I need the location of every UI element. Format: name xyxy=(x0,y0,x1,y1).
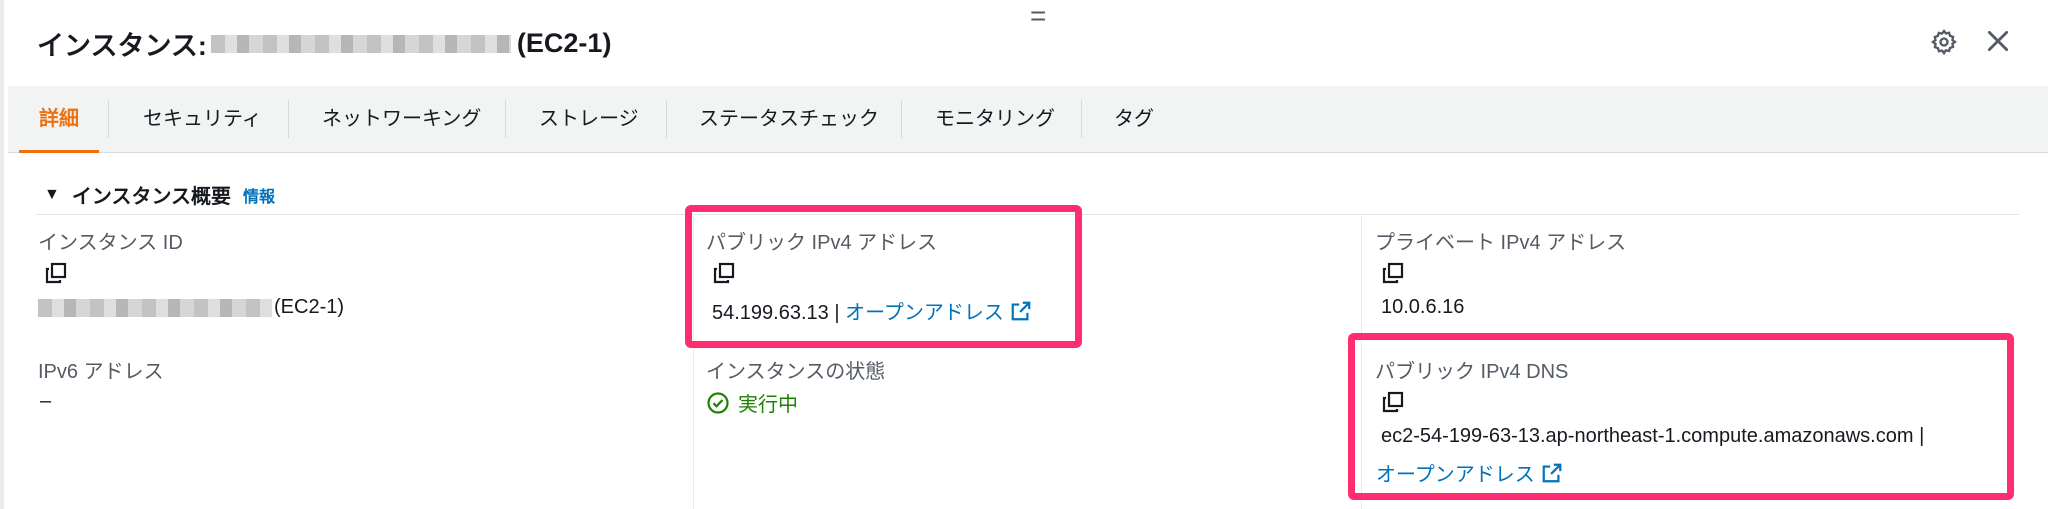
section-header[interactable]: ▼ インスタンス概要 情報 xyxy=(44,180,275,209)
copy-icon[interactable] xyxy=(1381,261,1405,290)
drag-handle-icon[interactable]: = xyxy=(1030,2,1046,30)
tab-monitoring[interactable]: モニタリング xyxy=(935,86,1055,152)
gear-icon[interactable] xyxy=(1930,28,1958,61)
close-icon[interactable] xyxy=(1985,28,2011,59)
check-circle-icon xyxy=(707,391,729,414)
caret-down-icon[interactable]: ▼ xyxy=(44,186,60,204)
private-ipv4-value: 10.0.6.16 xyxy=(1381,296,1465,318)
tab-tags[interactable]: タグ xyxy=(1114,86,1154,152)
section-title: インスタンス概要 xyxy=(71,186,232,208)
tab-details[interactable]: 詳細 xyxy=(19,86,99,153)
title-suffix: (EC2-1) xyxy=(516,28,612,58)
tab-separator xyxy=(505,100,506,138)
tab-security[interactable]: セキュリティ xyxy=(143,86,262,152)
info-link[interactable]: 情報 xyxy=(243,183,275,207)
tab-separator xyxy=(666,100,667,138)
highlight-public-ipv4 xyxy=(685,205,1082,348)
copy-icon[interactable] xyxy=(44,261,68,290)
tab-separator xyxy=(901,100,902,138)
highlight-public-dns xyxy=(1348,333,2014,500)
ipv6-label: IPv6 アドレス xyxy=(38,361,164,383)
redacted-instance-name xyxy=(210,34,511,53)
tab-separator xyxy=(108,100,109,138)
instance-state-label: インスタンスの状態 xyxy=(706,361,886,383)
tab-separator xyxy=(1081,100,1082,138)
tab-bar: 詳細 セキュリティ ネットワーキング ストレージ ステータスチェック モニタリン… xyxy=(8,86,2048,153)
tab-status-checks[interactable]: ステータスチェック xyxy=(699,86,879,152)
ipv6-value: – xyxy=(40,390,52,412)
title-prefix: インスタンス: xyxy=(37,31,207,61)
panel-left-edge xyxy=(0,0,4,509)
instance-state-value: 実行中 xyxy=(706,388,798,417)
instance-id-label: インスタンス ID xyxy=(38,232,183,254)
private-ipv4-label: プライベート IPv4 アドレス xyxy=(1375,232,1627,254)
tab-storage[interactable]: ストレージ xyxy=(539,86,639,152)
instance-id-value: (EC2-1) xyxy=(38,296,344,319)
tab-networking[interactable]: ネットワーキング xyxy=(322,86,481,152)
redacted-instance-id xyxy=(38,298,272,317)
page-title: インスタンス: (EC2-1) xyxy=(37,24,611,63)
tab-separator xyxy=(288,100,289,138)
